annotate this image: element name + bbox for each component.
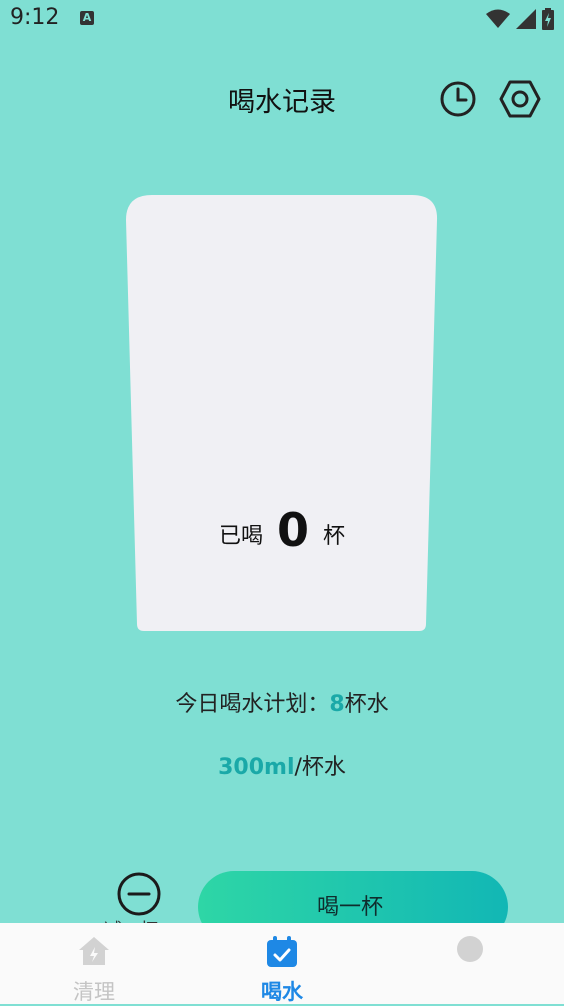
drank-count-line: 已喝 0 杯 [0, 500, 564, 557]
calendar-check-icon [267, 936, 297, 967]
nav-item-water[interactable]: 喝水 [212, 923, 352, 1004]
drank-count: 0 [276, 503, 309, 557]
drank-suffix: 杯 [323, 524, 346, 549]
nav-label-water: 喝水 [261, 980, 303, 1004]
drank-prefix: 已喝 [218, 524, 263, 549]
nav-item-third[interactable] [400, 923, 540, 1004]
bottom-nav: 清理 喝水 [0, 923, 564, 1004]
plan-unit: 杯水 [344, 692, 389, 717]
nav-item-clean[interactable]: 清理 [24, 923, 164, 1004]
nav-label-clean: 清理 [73, 980, 115, 1004]
plan-label: 今日喝水计划： [175, 692, 330, 717]
daily-plan: 今日喝水计划：8杯水 [0, 686, 564, 718]
house-bolt-icon [79, 937, 109, 965]
per-cup-unit: /杯水 [294, 755, 346, 780]
blob-icon [457, 936, 483, 962]
minus-circle-icon[interactable] [116, 871, 162, 917]
plan-cups: 8 [329, 692, 345, 717]
per-cup-amount: 300ml [218, 755, 295, 780]
per-cup-volume: 300ml/杯水 [0, 749, 564, 781]
